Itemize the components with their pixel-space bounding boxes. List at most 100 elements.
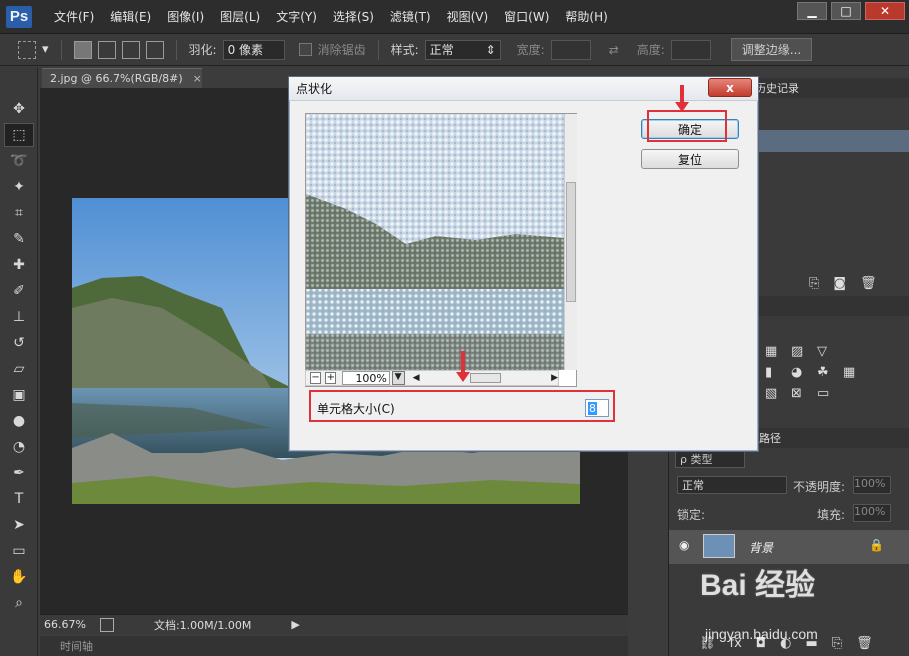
- preview-vertical-scrollbar[interactable]: [564, 114, 577, 370]
- swap-icon[interactable]: ⇄: [609, 43, 619, 57]
- trash-icon[interactable]: 🗑: [856, 636, 873, 651]
- style-select[interactable]: 正常 ⇕: [424, 39, 501, 60]
- path-select-tool-icon[interactable]: ➤: [4, 513, 34, 537]
- brush-tool-icon[interactable]: ✐: [4, 279, 34, 303]
- adjustment-icons: ▦ ▨ ▽ ▮ ◕ ☘ ▦ ▧ ⊠ ▭: [765, 344, 867, 401]
- watermark-url: jingyan.baidu.com: [705, 626, 818, 642]
- history-brush-tool-icon[interactable]: ↺: [4, 331, 34, 355]
- opacity-input[interactable]: 100%: [853, 476, 891, 494]
- width-input[interactable]: [550, 39, 591, 60]
- arrow-down-icon: [456, 351, 470, 382]
- dialog-titlebar[interactable]: 点状化: [289, 77, 758, 101]
- zoom-tool-icon[interactable]: ⌕: [4, 591, 34, 615]
- baidu-watermark-logo: Bai 经验: [700, 569, 816, 602]
- add-selection-icon[interactable]: [97, 40, 116, 59]
- lock-icon: 🔒: [869, 538, 884, 552]
- scroll-thumb[interactable]: [566, 182, 576, 302]
- reset-button[interactable]: 复位: [641, 149, 739, 169]
- paths-panel-title: 路径: [759, 432, 781, 445]
- close-button[interactable]: ✕: [865, 2, 905, 20]
- menu-help[interactable]: 帮助(H): [557, 8, 615, 25]
- antialias-checkbox[interactable]: [298, 43, 312, 56]
- lookup-icon[interactable]: ▦: [843, 365, 867, 380]
- posterize-icon[interactable]: ▧: [765, 386, 789, 401]
- maximize-button[interactable]: □: [831, 2, 861, 20]
- status-bar: 66.67% 文档:1.00M/1.00M ▶: [40, 614, 628, 634]
- gradient-tool-icon[interactable]: ▣: [4, 383, 34, 407]
- curves-icon[interactable]: ▨: [791, 344, 815, 359]
- scroll-left-icon[interactable]: ◀: [413, 373, 420, 383]
- exposure-icon[interactable]: ▽: [817, 344, 841, 359]
- gradient-map-icon[interactable]: ▭: [817, 386, 841, 401]
- menu-view[interactable]: 视图(V): [439, 8, 497, 25]
- divider: [377, 39, 379, 60]
- channel-mixer-icon[interactable]: ☘: [817, 365, 841, 380]
- layer-row-background[interactable]: ◉ 背景 🔒: [669, 530, 909, 564]
- minimize-button[interactable]: ▁: [797, 2, 827, 20]
- subtract-selection-icon[interactable]: [121, 40, 140, 59]
- menu-window[interactable]: 窗口(W): [496, 8, 557, 25]
- levels-icon[interactable]: ▦: [765, 344, 789, 359]
- zoom-out-button[interactable]: −: [310, 372, 322, 384]
- style-value: 正常: [429, 43, 454, 57]
- menu-edit[interactable]: 编辑(E): [102, 8, 159, 25]
- chevron-down-icon[interactable]: ▼: [391, 371, 405, 385]
- new-snapshot-icon[interactable]: ⎘: [809, 276, 819, 291]
- eyedropper-tool-icon[interactable]: ✎: [4, 227, 34, 251]
- feather-input[interactable]: 0 像素: [222, 39, 285, 60]
- horizontal-scroll-thumb[interactable]: [469, 373, 502, 383]
- trash-icon[interactable]: 🗑: [860, 276, 877, 291]
- blur-tool-icon[interactable]: ●: [4, 409, 34, 433]
- hand-tool-icon[interactable]: ✋: [4, 565, 34, 589]
- marquee-tool-icon[interactable]: ⬚: [4, 123, 34, 147]
- options-bar: ▾ 羽化: 0 像素 消除锯齿 样式: 正常 ⇕ 宽度: ⇄ 高度: 调整边缘..…: [0, 34, 909, 66]
- dialog-close-button[interactable]: x: [708, 78, 752, 97]
- menu-select[interactable]: 选择(S): [325, 8, 382, 25]
- document-tab[interactable]: 2.jpg @ 66.7%(RGB/8#) ×: [42, 68, 202, 88]
- blend-mode-select[interactable]: 正常: [677, 476, 787, 494]
- zoom-level[interactable]: 66.67%: [44, 618, 86, 631]
- dodge-tool-icon[interactable]: ◔: [4, 435, 34, 459]
- refine-edge-button[interactable]: 调整边缘...: [730, 38, 813, 61]
- zoom-in-button[interactable]: +: [325, 372, 337, 384]
- layer-name: 背景: [749, 541, 774, 555]
- play-icon[interactable]: ▶: [291, 618, 299, 631]
- close-icon[interactable]: ×: [193, 72, 202, 85]
- scroll-right-icon[interactable]: ▶: [551, 373, 558, 383]
- healing-brush-tool-icon[interactable]: ✚: [4, 253, 34, 277]
- chevron-down-icon[interactable]: ▾: [42, 42, 49, 57]
- pen-tool-icon[interactable]: ✒: [4, 461, 34, 485]
- menu-filter[interactable]: 滤镜(T): [382, 8, 439, 25]
- menu-type[interactable]: 文字(Y): [268, 8, 325, 25]
- bw-icon[interactable]: ◕: [791, 365, 815, 380]
- timeline-panel-tab[interactable]: 时间轴: [40, 636, 628, 656]
- stamp-tool-icon[interactable]: ⊥: [4, 305, 34, 329]
- color-balance-icon[interactable]: ▮: [765, 365, 789, 380]
- magic-wand-tool-icon[interactable]: ✦: [4, 175, 34, 199]
- eraser-tool-icon[interactable]: ▱: [4, 357, 34, 381]
- menu-file[interactable]: 文件(F): [46, 8, 102, 25]
- menu-layer[interactable]: 图层(L): [212, 8, 268, 25]
- arrow-down-icon: [675, 85, 689, 112]
- new-layer-icon[interactable]: ⎘: [832, 636, 842, 651]
- eye-icon[interactable]: ◉: [679, 538, 689, 552]
- new-selection-icon[interactable]: [73, 40, 92, 59]
- move-tool-icon[interactable]: ✥: [4, 97, 34, 121]
- menu-image[interactable]: 图像(I): [159, 8, 212, 25]
- layer-filter-select[interactable]: ρ 类型: [675, 450, 745, 468]
- preview-image[interactable]: [306, 114, 564, 370]
- preview-zoom-value[interactable]: 100%: [342, 371, 390, 385]
- type-tool-icon[interactable]: T: [4, 487, 34, 511]
- crop-tool-icon[interactable]: ⌗: [4, 201, 34, 225]
- lock-label: 锁定:: [677, 508, 706, 522]
- shape-tool-icon[interactable]: ▭: [4, 539, 34, 563]
- lasso-tool-icon[interactable]: ➰: [4, 149, 34, 173]
- marquee-preset-icon[interactable]: [18, 40, 36, 59]
- filter-preview[interactable]: [305, 113, 577, 387]
- share-icon[interactable]: [99, 617, 114, 632]
- intersect-selection-icon[interactable]: [145, 40, 164, 59]
- selective-color-icon[interactable]: ⊠: [791, 386, 815, 401]
- camera-icon[interactable]: ◙: [833, 276, 846, 291]
- fill-input[interactable]: 100%: [853, 504, 891, 522]
- height-input[interactable]: [670, 39, 711, 60]
